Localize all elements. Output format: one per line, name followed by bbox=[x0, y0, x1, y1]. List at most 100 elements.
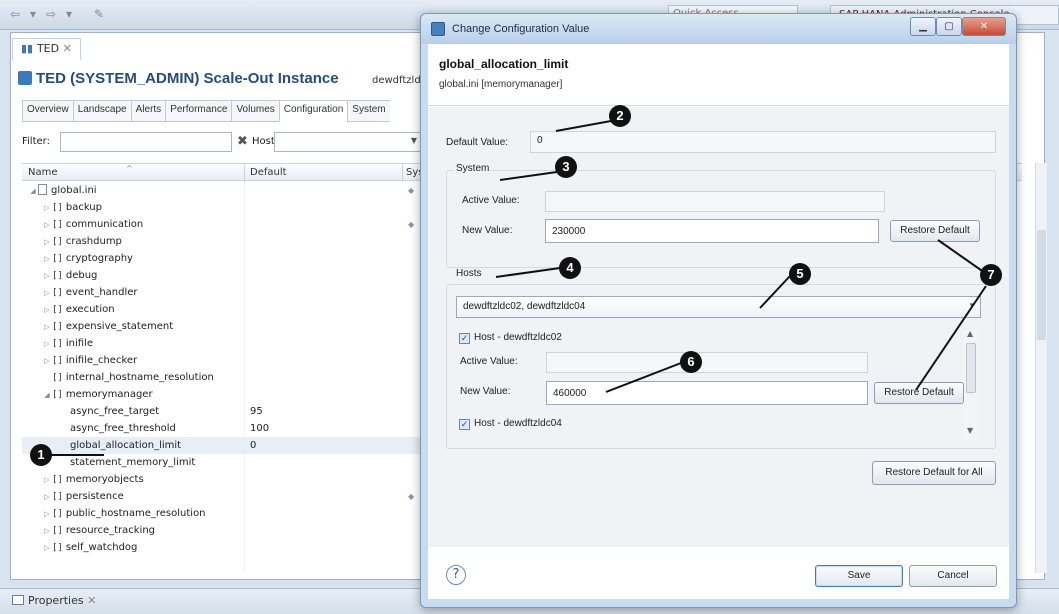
properties-tab[interactable]: Properties ✕ bbox=[12, 594, 96, 607]
tree-row-default: 100 bbox=[250, 423, 270, 434]
tree-row-label: debug bbox=[65, 270, 98, 281]
column-divider[interactable] bbox=[402, 164, 403, 182]
clear-filter-icon[interactable]: ✖ bbox=[237, 134, 248, 149]
tree-row[interactable]: ◢[] memorymanager bbox=[22, 386, 422, 403]
tree-row[interactable]: ▷[] cryptography bbox=[22, 250, 422, 267]
tree-row[interactable]: ▷[] self_watchdog bbox=[22, 539, 422, 556]
collapsed-icon[interactable]: ▷ bbox=[42, 472, 52, 489]
tree-row[interactable]: ▷[] persistence ◆ bbox=[22, 488, 422, 505]
collapsed-icon[interactable]: ▷ bbox=[42, 506, 52, 523]
restore-default-for-all-button[interactable]: Restore Default for All bbox=[872, 461, 996, 485]
collapsed-icon[interactable]: ▷ bbox=[42, 251, 52, 268]
collapsed-icon[interactable]: ▷ bbox=[42, 523, 52, 540]
column-header-default[interactable]: Default bbox=[250, 167, 287, 178]
collapsed-icon[interactable]: ▷ bbox=[42, 217, 52, 234]
minimize-button[interactable]: ▁ bbox=[910, 17, 936, 36]
host-dewdftzldc04-checkbox[interactable]: ✓ bbox=[459, 419, 470, 430]
editor-scrollbar[interactable] bbox=[1035, 163, 1047, 573]
tree-row[interactable]: ◢ global.ini ◆ bbox=[22, 182, 422, 199]
section-icon: [] bbox=[52, 305, 63, 315]
hosts-scrollbar-thumb[interactable] bbox=[966, 343, 976, 393]
system-restore-default-button[interactable]: Restore Default bbox=[890, 220, 980, 242]
tree-row[interactable]: ▷[] inifile bbox=[22, 335, 422, 352]
tab-alerts[interactable]: Alerts bbox=[130, 100, 166, 122]
editor-scrollbar-thumb[interactable] bbox=[1037, 230, 1046, 340]
tree-row[interactable]: ▷[] debug bbox=[22, 267, 422, 284]
collapsed-icon[interactable]: ▷ bbox=[42, 234, 52, 251]
tab-system[interactable]: System bbox=[347, 100, 390, 122]
properties-icon bbox=[12, 595, 24, 605]
tab-landscape[interactable]: Landscape bbox=[72, 100, 131, 122]
callout-badge-3: 3 bbox=[555, 156, 577, 178]
section-icon: [] bbox=[52, 254, 63, 264]
collapsed-icon[interactable]: ▷ bbox=[42, 336, 52, 353]
expanded-icon[interactable]: ◢ bbox=[42, 387, 52, 404]
system-new-value-input[interactable]: 230000 bbox=[545, 219, 879, 243]
tree-row[interactable]: ▷[] memoryobjects bbox=[22, 471, 422, 488]
back-dropdown-icon[interactable]: ▾ bbox=[26, 7, 40, 21]
tree-row[interactable]: async_free_threshold 100 bbox=[22, 420, 422, 437]
hosts-select[interactable]: dewdftzldc02, dewdftzldc04 ▼ bbox=[456, 296, 981, 318]
tree-row[interactable]: global_allocation_limit 0 bbox=[22, 437, 422, 454]
cancel-button[interactable]: Cancel bbox=[909, 565, 997, 587]
system-new-value-label: New Value: bbox=[462, 225, 513, 236]
collapsed-icon[interactable]: ▷ bbox=[42, 268, 52, 285]
collapsed-icon[interactable]: ▷ bbox=[42, 302, 52, 319]
tree-row-default: 0 bbox=[250, 440, 257, 451]
scroll-up-icon[interactable]: ▲ bbox=[967, 329, 973, 338]
scroll-down-icon[interactable]: ▼ bbox=[967, 426, 973, 435]
column-divider[interactable] bbox=[244, 164, 245, 182]
dialog-close-button[interactable]: ✕ bbox=[962, 17, 1006, 36]
tree-row[interactable]: ▷[] crashdump bbox=[22, 233, 422, 250]
toolbar-tool-icon[interactable]: ✎ bbox=[92, 7, 106, 21]
tab-overview[interactable]: Overview bbox=[22, 100, 73, 122]
tree-row[interactable]: ▷[] expensive_statement bbox=[22, 318, 422, 335]
callout-badge-2: 2 bbox=[609, 105, 631, 127]
tab-performance[interactable]: Performance bbox=[165, 100, 232, 122]
tree-row[interactable]: ▷[] resource_tracking bbox=[22, 522, 422, 539]
back-arrow-icon[interactable]: ⇦ bbox=[8, 7, 22, 21]
host-new-value-input[interactable]: 460000 bbox=[546, 381, 868, 405]
section-icon: [] bbox=[52, 356, 63, 366]
section-icon: [] bbox=[52, 322, 63, 332]
collapsed-icon[interactable]: ▷ bbox=[42, 540, 52, 557]
save-button[interactable]: Save bbox=[815, 565, 903, 587]
host-dewdftzldc04-label: Host - dewdftzldc04 bbox=[474, 418, 562, 429]
collapsed-icon[interactable]: ▷ bbox=[42, 353, 52, 370]
callout-badge-6: 6 bbox=[680, 351, 702, 373]
forward-arrow-icon[interactable]: ⇨ bbox=[44, 7, 58, 21]
tree-row[interactable]: statement_memory_limit bbox=[22, 454, 422, 471]
tree-row[interactable]: ▷[] communication ◆ bbox=[22, 216, 422, 233]
collapsed-icon[interactable]: ▷ bbox=[42, 489, 52, 506]
section-icon: [] bbox=[52, 475, 63, 485]
maximize-button[interactable]: ▢ bbox=[936, 17, 962, 36]
tree-row[interactable]: ▷[] backup bbox=[22, 199, 422, 216]
host-select[interactable]: ▼ bbox=[274, 132, 422, 152]
tab-configuration[interactable]: Configuration bbox=[278, 100, 348, 122]
filter-input[interactable] bbox=[60, 132, 232, 152]
host-dewdftzldc02-checkbox[interactable]: ✓ bbox=[459, 333, 470, 344]
expanded-icon[interactable]: ◢ bbox=[28, 183, 38, 200]
close-icon[interactable]: ✕ bbox=[59, 42, 72, 55]
forward-dropdown-icon[interactable]: ▾ bbox=[62, 7, 76, 21]
system-active-value-label: Active Value: bbox=[462, 195, 520, 206]
tree-row[interactable]: async_free_target 95 bbox=[22, 403, 422, 420]
collapsed-icon[interactable]: ▷ bbox=[42, 319, 52, 336]
default-value-field: 0 bbox=[530, 131, 996, 153]
tree-row[interactable]: [] internal_hostname_resolution bbox=[22, 369, 422, 386]
tab-volumes[interactable]: Volumes bbox=[231, 100, 279, 122]
collapsed-icon[interactable]: ▷ bbox=[42, 285, 52, 302]
collapsed-icon[interactable]: ▷ bbox=[42, 200, 52, 217]
section-icon: [] bbox=[52, 509, 63, 519]
tree-row[interactable]: ▷[] event_handler bbox=[22, 284, 422, 301]
tree-row[interactable]: ▷[] execution bbox=[22, 301, 422, 318]
tree-row-label: crashdump bbox=[65, 236, 122, 247]
close-icon[interactable]: ✕ bbox=[84, 594, 96, 607]
help-icon[interactable]: ? bbox=[446, 565, 466, 585]
tree-row[interactable]: ▷[] inifile_checker bbox=[22, 352, 422, 369]
column-header-name[interactable]: Name bbox=[28, 167, 58, 178]
tree-row[interactable]: ▷[] public_hostname_resolution bbox=[22, 505, 422, 522]
editor-tab-ted[interactable]: ▮▮ TED ✕ bbox=[12, 38, 81, 60]
host-restore-default-button[interactable]: Restore Default bbox=[874, 382, 964, 404]
tree-row-label: self_watchdog bbox=[65, 542, 138, 553]
